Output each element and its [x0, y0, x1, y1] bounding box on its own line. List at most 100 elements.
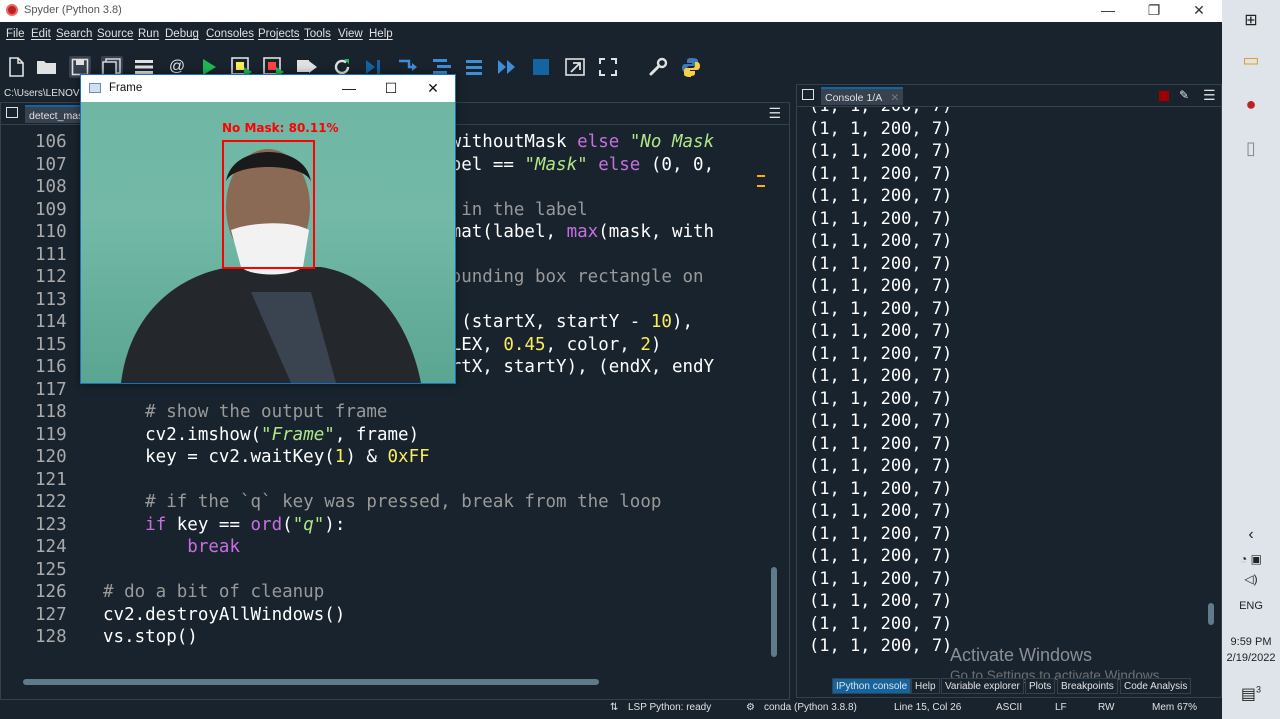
menu-debug[interactable]: Debug [165, 28, 199, 40]
frame-window[interactable]: Frame — ☐ ✕ No Mask: 80.11% [80, 74, 456, 384]
maximize-button[interactable]: ❐ [1131, 0, 1177, 22]
frame-minimize-button[interactable]: — [329, 78, 369, 98]
menu-bar: File Edit Search Source Run Debug Consol… [0, 22, 1222, 48]
browse-tabs-icon[interactable] [6, 107, 18, 118]
line-endings: LF [1055, 702, 1067, 713]
console-vertical-scrollbar[interactable] [1207, 121, 1215, 661]
status-bar: ⇅ LSP Python: ready ⚙ conda (Python 3.8.… [0, 700, 1222, 719]
clear-console-icon[interactable]: ✎ [1179, 88, 1189, 102]
menu-projects[interactable]: Projects [258, 28, 300, 40]
console-line: (1, 1, 200, 7) [809, 523, 953, 544]
python-icon[interactable] [680, 56, 702, 78]
open-folder-icon[interactable] [36, 56, 58, 78]
tab-breakpoints[interactable]: Breakpoints [1057, 678, 1118, 694]
file-explorer-icon[interactable]: ▭ [1222, 50, 1280, 71]
conda-env[interactable]: conda (Python 3.8.8) [764, 702, 857, 713]
spyder-app: Spyder (Python 3.8) — ❐ ✕ File Edit Sear… [0, 0, 1222, 719]
code-line: 119 cv2.imshow("Frame", frame) [3, 424, 767, 447]
console-options-icon[interactable]: ☰ [1203, 87, 1216, 104]
console-line: (1, 1, 200, 7) [809, 163, 953, 184]
console-line: (1, 1, 200, 7) [809, 411, 953, 431]
code-token: ( [282, 514, 293, 535]
scroll-thumb[interactable] [771, 567, 777, 657]
tab-ipython-console[interactable]: IPython console [832, 678, 912, 694]
chevron-left-icon[interactable]: ‹ [1222, 526, 1280, 544]
notification-icon[interactable]: ▤3 [1222, 684, 1280, 704]
spyder-taskbar-icon[interactable]: ● [1222, 94, 1280, 115]
frame-maximize-button[interactable]: ☐ [371, 78, 411, 98]
scroll-thumb[interactable] [23, 679, 599, 685]
close-button[interactable]: ✕ [1176, 0, 1222, 22]
menu-file[interactable]: File [6, 28, 25, 40]
tab-variable-explorer[interactable]: Variable explorer [941, 678, 1024, 694]
menu-edit[interactable]: Edit [31, 28, 51, 40]
tab-plots[interactable]: Plots [1025, 678, 1056, 694]
clock-date[interactable]: 2/19/2022 [1222, 652, 1280, 664]
console-line: (1, 1, 200, 7) [809, 591, 953, 611]
console-line: (1, 1, 200, 7) [809, 613, 953, 634]
menu-run[interactable]: Run [138, 28, 159, 40]
code-line: 128 vs.stop() [3, 626, 767, 649]
working-directory-path[interactable]: C:\Users\LENOVO [0, 86, 80, 102]
line-number: 116 [35, 357, 67, 377]
maximize-pane-icon[interactable] [564, 56, 586, 78]
console-pane: Console 1/A ✕ ✎ ☰ (1, 1, 200, 7) (1, 1, 2… [796, 84, 1222, 698]
frame-window-title: Frame [109, 82, 143, 94]
warning-marker [757, 175, 765, 187]
frame-close-button[interactable]: ✕ [413, 78, 453, 98]
debug-forward-icon[interactable] [496, 56, 518, 78]
face-bounding-box [222, 140, 315, 269]
language-indicator[interactable]: ENG [1222, 600, 1280, 612]
fullscreen-icon[interactable] [597, 56, 619, 78]
editor-horizontal-scrollbar[interactable] [11, 677, 771, 687]
menu-source[interactable]: Source [97, 28, 133, 40]
code-text: # show the output frame [103, 401, 387, 424]
editor-options-icon[interactable]: ☰ [768, 105, 781, 122]
line-number: 118 [35, 402, 67, 422]
editor-tab-detect-mask[interactable]: detect_mask [25, 105, 83, 123]
wrench-icon[interactable] [647, 56, 669, 78]
clock-time[interactable]: 9:59 PM [1222, 636, 1280, 648]
code-text: break [103, 536, 240, 559]
code-line: 120 key = cv2.waitKey(1) & 0xFF [3, 446, 767, 469]
notification-count: 3 [1256, 684, 1262, 695]
wifi-icon[interactable]: ◔ ▣ [1222, 552, 1280, 566]
line-number: 112 [35, 267, 67, 287]
debug-out-icon[interactable] [464, 56, 486, 78]
document-icon[interactable]: ▯ [1222, 138, 1280, 159]
spyder-logo-icon [6, 4, 18, 16]
console-line: (1, 1, 200, 7) [809, 636, 953, 656]
close-tab-icon[interactable]: ✕ [891, 92, 900, 104]
console-tab[interactable]: Console 1/A ✕ [821, 87, 903, 105]
code-token: break [187, 537, 240, 557]
interrupt-kernel-icon[interactable] [1159, 91, 1169, 101]
menu-search[interactable]: Search [56, 28, 92, 40]
console-tab-label: Console 1/A [825, 92, 882, 104]
menu-help[interactable]: Help [369, 28, 393, 40]
menu-view[interactable]: View [338, 28, 363, 40]
frame-title-bar[interactable]: Frame — ☐ ✕ [81, 75, 455, 102]
browse-tabs-icon[interactable] [802, 89, 814, 100]
tab-code-analysis[interactable]: Code Analysis [1120, 678, 1192, 694]
console-line: (1, 1, 200, 7) [809, 321, 953, 341]
editor-vertical-scrollbar[interactable] [769, 127, 779, 663]
detection-label: No Mask: 80.11% [222, 121, 339, 135]
scroll-thumb[interactable] [1208, 603, 1214, 625]
tab-help[interactable]: Help [911, 678, 940, 694]
code-token: ): [324, 514, 346, 535]
code-text: cv2.destroyAllWindows() [103, 604, 345, 627]
menu-tools[interactable]: Tools [304, 28, 331, 40]
menu-consoles[interactable]: Consoles [206, 28, 254, 40]
frame-window-icon [89, 83, 101, 93]
new-file-icon[interactable] [5, 56, 27, 78]
lsp-status-icon: ⇅ [610, 702, 619, 713]
console-output[interactable]: (1, 1, 200, 7) (1, 1, 200, 7) (1, 1, 200, … [809, 107, 1205, 663]
minimize-button[interactable]: — [1085, 0, 1131, 22]
volume-icon[interactable]: ◁) [1222, 572, 1280, 586]
stop-icon[interactable] [530, 56, 552, 78]
console-line: (1, 1, 200, 7) [809, 208, 953, 229]
start-icon[interactable]: ⊞ [1222, 10, 1280, 30]
